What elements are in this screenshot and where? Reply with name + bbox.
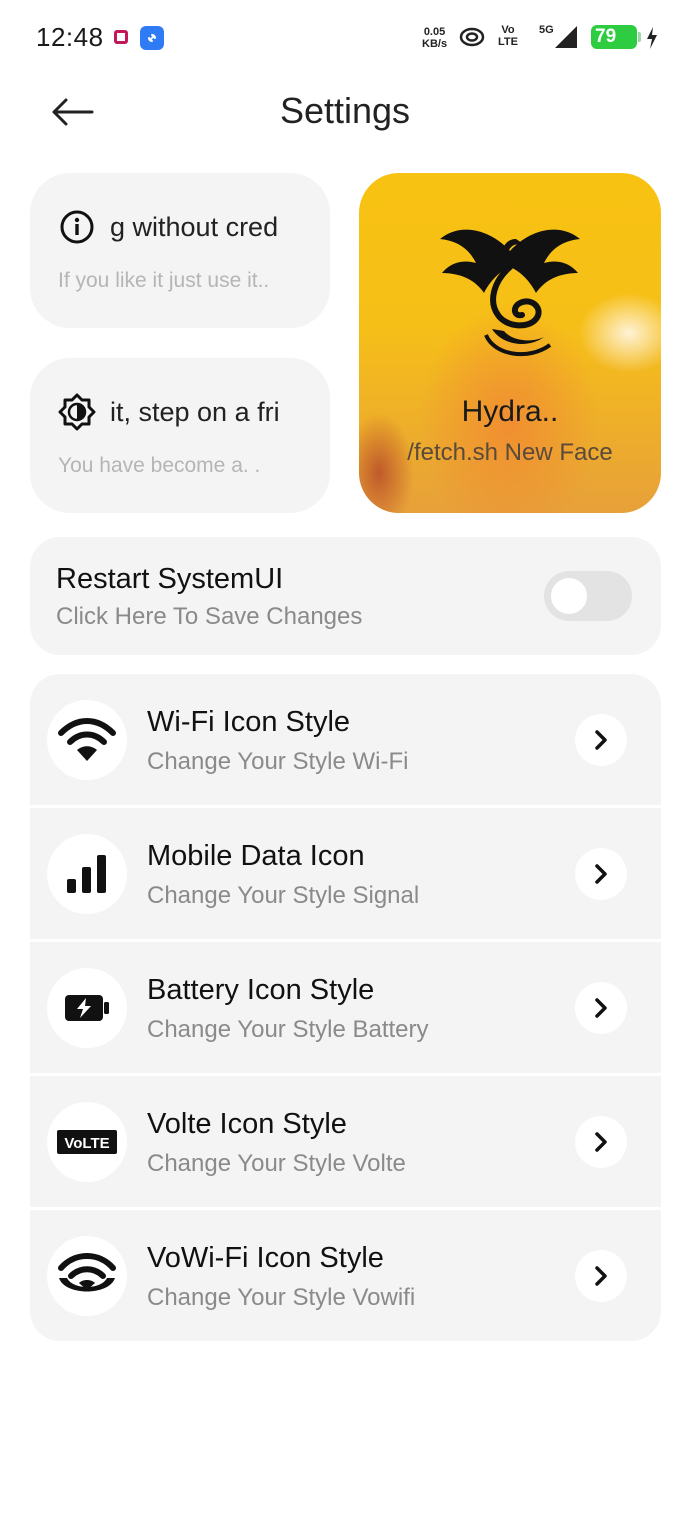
volte-icon: VoLTE	[47, 1102, 127, 1182]
list-item-volte-style[interactable]: VoLTE Volte Icon Style Change Your Style…	[30, 1076, 661, 1207]
net-speed: 0.05 KB/s	[422, 26, 448, 50]
list-item-wifi-style[interactable]: Wi-Fi Icon Style Change Your Style Wi-Fi	[30, 674, 661, 805]
list-item-subtitle: Change Your Style Vowifi	[147, 1284, 416, 1311]
theme-card[interactable]: it, step on a fri You have become a. .	[30, 358, 330, 513]
list-item-title: Mobile Data Icon	[147, 840, 365, 872]
list-item-subtitle: Change Your Style Volte	[147, 1150, 406, 1177]
info-card-title: g without cred	[110, 211, 279, 242]
theme-preview-card[interactable]: Hydra.. /fetch.sh New Face	[359, 173, 661, 513]
chevron-right-icon[interactable]	[575, 1250, 627, 1302]
list-item-title: Battery Icon Style	[147, 974, 375, 1006]
chevron-right-icon[interactable]	[575, 848, 627, 900]
restart-systemui-card[interactable]: Restart SystemUI Click Here To Save Chan…	[30, 537, 661, 655]
chevron-right-icon[interactable]	[575, 1116, 627, 1168]
list-item-vowifi-style[interactable]: VoWi-Fi Icon Style Change Your Style Vow…	[30, 1210, 661, 1341]
chevron-right-icon[interactable]	[575, 714, 627, 766]
toggle-knob	[551, 578, 587, 614]
volte-status-icon: Vo LTE	[498, 24, 518, 48]
wifi-icon	[47, 700, 127, 780]
notification-app-icon	[114, 30, 128, 44]
network-type: 5G	[539, 24, 554, 36]
link-app-icon	[140, 26, 164, 50]
app-header: Settings	[0, 76, 690, 156]
list-item-battery-style[interactable]: Battery Icon Style Change Your Style Bat…	[30, 942, 661, 1073]
restart-subtitle: Click Here To Save Changes	[56, 603, 363, 630]
hero-subtitle: /fetch.sh New Face	[407, 439, 613, 466]
status-time: 12:48	[36, 22, 104, 52]
list-item-subtitle: Change Your Style Battery	[147, 1016, 429, 1043]
list-item-title: VoWi-Fi Icon Style	[147, 1242, 384, 1274]
vowifi-icon	[47, 1236, 127, 1316]
restart-title: Restart SystemUI	[56, 563, 284, 595]
battery-status: 79	[591, 25, 641, 49]
settings-list: Wi-Fi Icon Style Change Your Style Wi-Fi…	[30, 674, 661, 1344]
info-card-subtitle: If you like it just use it..	[58, 269, 270, 292]
hotspot-link-icon	[458, 24, 486, 55]
signal-icon	[553, 24, 579, 55]
charging-icon	[645, 26, 659, 55]
signal-bars-icon	[47, 834, 127, 914]
status-bar: 12:48 0.05 KB/s Vo LTE 5G 79	[0, 0, 690, 76]
theme-card-subtitle: You have become a. .	[58, 454, 261, 477]
info-icon	[58, 208, 96, 246]
list-item-mobile-data[interactable]: Mobile Data Icon Change Your Style Signa…	[30, 808, 661, 939]
volte-icon-text: VoLTE	[64, 1135, 109, 1152]
list-item-title: Volte Icon Style	[147, 1108, 347, 1140]
hero-name: Hydra..	[461, 395, 559, 428]
theme-card-title: it, step on a fri	[110, 396, 280, 427]
brightness-icon	[58, 393, 96, 431]
list-item-subtitle: Change Your Style Signal	[147, 882, 420, 909]
list-item-title: Wi-Fi Icon Style	[147, 706, 351, 738]
chevron-right-icon[interactable]	[575, 982, 627, 1034]
battery-icon	[47, 968, 127, 1048]
phoenix-logo-icon	[440, 229, 580, 357]
info-card[interactable]: g without cred If you like it just use i…	[30, 173, 330, 328]
restart-toggle[interactable]	[544, 571, 632, 621]
page-title: Settings	[279, 90, 411, 131]
list-item-subtitle: Change Your Style Wi-Fi	[147, 748, 409, 775]
